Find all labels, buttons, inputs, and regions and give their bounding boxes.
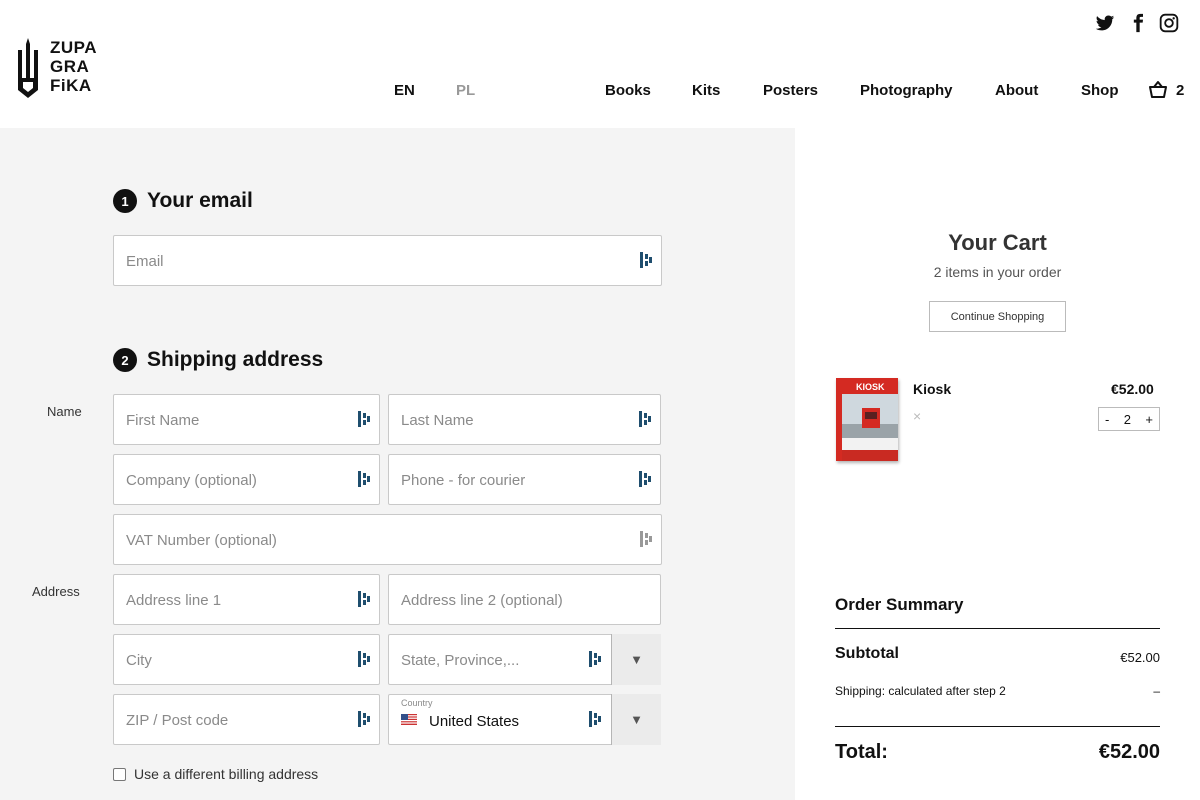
kiosk-book-cover[interactable]: KIOSK	[836, 378, 898, 461]
email-placeholder: Email	[126, 253, 164, 270]
state-dropdown-arrow[interactable]: ▼	[611, 634, 661, 685]
logo-wordmark: ZUPA GRA FiKA	[50, 38, 97, 95]
step-shipping-heading: 2 Shipping address	[113, 348, 323, 372]
cover-title: KIOSK	[856, 382, 885, 392]
password-manager-icon[interactable]	[640, 531, 652, 547]
total-label: Total:	[835, 741, 888, 763]
city-placeholder: City	[126, 652, 152, 669]
password-manager-icon[interactable]	[589, 651, 601, 667]
pencil-logo-icon	[18, 38, 38, 98]
decrease-quantity-button[interactable]: -	[1105, 412, 1109, 427]
company-placeholder: Company (optional)	[126, 472, 257, 489]
cart-item-price: €52.00	[1111, 381, 1154, 397]
step-title: Shipping address	[147, 348, 324, 371]
password-manager-icon[interactable]	[639, 411, 651, 427]
name-section-label: Name	[47, 404, 82, 419]
continue-shopping-button[interactable]: Continue Shopping	[929, 301, 1066, 332]
first-name-input[interactable]: First Name	[113, 394, 380, 445]
password-manager-icon[interactable]	[358, 651, 370, 667]
country-dropdown-arrow[interactable]: ▼	[611, 694, 661, 745]
email-input[interactable]: Email	[113, 235, 662, 286]
quantity-value[interactable]: 2	[1124, 412, 1131, 427]
last-name-input[interactable]: Last Name	[388, 394, 661, 445]
billing-address-option[interactable]: Use a different billing address	[113, 766, 318, 782]
triangle-down-icon: ▼	[630, 652, 643, 667]
summary-divider	[835, 628, 1160, 629]
nav-posters[interactable]: Posters	[763, 82, 818, 99]
zip-placeholder: ZIP / Post code	[126, 712, 229, 729]
instagram-icon[interactable]	[1159, 13, 1179, 33]
twitter-icon[interactable]	[1095, 13, 1115, 33]
password-manager-icon[interactable]	[358, 591, 370, 607]
password-manager-icon[interactable]	[639, 471, 651, 487]
cart-count-badge[interactable]: 2	[1176, 82, 1184, 99]
vat-number-placeholder: VAT Number (optional)	[126, 532, 277, 549]
logo-line-1: ZUPA	[50, 38, 98, 57]
cart-item-count: 2 items in your order	[933, 264, 1062, 280]
last-name-placeholder: Last Name	[401, 412, 474, 429]
nav-shop[interactable]: Shop	[1081, 82, 1119, 99]
quantity-stepper: - 2 +	[1098, 407, 1160, 431]
address-line-2-input[interactable]: Address line 2 (optional)	[388, 574, 661, 625]
phone-placeholder: Phone - for courier	[401, 472, 526, 489]
nav-photography[interactable]: Photography	[860, 82, 953, 99]
state-placeholder: State, Province,...	[401, 652, 520, 669]
phone-input[interactable]: Phone - for courier	[388, 454, 661, 505]
subtotal-label: Subtotal	[835, 645, 899, 662]
nav-books[interactable]: Books	[605, 82, 651, 99]
triangle-down-icon: ▼	[630, 712, 643, 727]
password-manager-icon[interactable]	[589, 711, 601, 727]
cart-item-name: Kiosk	[913, 381, 952, 397]
step-email-heading: 1 Your email	[113, 189, 253, 213]
logo-line-2: GRA	[50, 57, 90, 76]
total-divider	[835, 726, 1160, 727]
site-header: ZUPA GRA FiKA EN PL Books Kits Posters P…	[0, 0, 1200, 128]
zip-input[interactable]: ZIP / Post code	[113, 694, 380, 745]
step-number-badge: 2	[113, 348, 137, 372]
password-manager-icon[interactable]	[358, 471, 370, 487]
subtotal-value: €52.00	[1120, 650, 1160, 665]
address-section-label: Address	[32, 584, 80, 599]
address-line-1-input[interactable]: Address line 1	[113, 574, 380, 625]
password-manager-icon[interactable]	[358, 711, 370, 727]
address-line-2-placeholder: Address line 2 (optional)	[401, 592, 563, 609]
cart-title: Your Cart	[948, 230, 1047, 255]
shipping-label: Shipping: calculated after step 2	[835, 684, 1006, 698]
nav-about[interactable]: About	[995, 82, 1038, 99]
billing-address-label[interactable]: Use a different billing address	[134, 766, 318, 782]
us-flag-icon	[401, 714, 417, 725]
country-label: Country	[401, 698, 433, 708]
company-input[interactable]: Company (optional)	[113, 454, 380, 505]
increase-quantity-button[interactable]: +	[1145, 412, 1153, 427]
total-value: €52.00	[1098, 741, 1160, 763]
first-name-placeholder: First Name	[126, 412, 200, 429]
shipping-value: –	[1153, 684, 1160, 698]
vat-number-input[interactable]: VAT Number (optional)	[113, 514, 662, 565]
step-number-badge: 1	[113, 189, 137, 213]
shopping-basket-icon[interactable]	[1148, 80, 1168, 100]
logo-line-3: FiKA	[50, 76, 92, 95]
order-summary-title: Order Summary	[835, 595, 964, 614]
country-value: United States	[429, 713, 520, 730]
city-input[interactable]: City	[113, 634, 380, 685]
facebook-icon[interactable]	[1128, 13, 1148, 33]
nav-kits[interactable]: Kits	[692, 82, 720, 99]
lang-pl-link[interactable]: PL	[456, 82, 475, 99]
address-line-1-placeholder: Address line 1	[126, 592, 222, 609]
billing-address-checkbox[interactable]	[113, 767, 126, 781]
lang-en-link[interactable]: EN	[394, 82, 415, 99]
remove-item-icon[interactable]: ×	[913, 408, 921, 424]
step-title: Your email	[147, 189, 253, 212]
cart-panel	[795, 128, 1200, 800]
password-manager-icon[interactable]	[358, 411, 370, 427]
zupagrafika-logo[interactable]: ZUPA GRA FiKA	[16, 38, 97, 100]
password-manager-icon[interactable]	[640, 252, 652, 268]
